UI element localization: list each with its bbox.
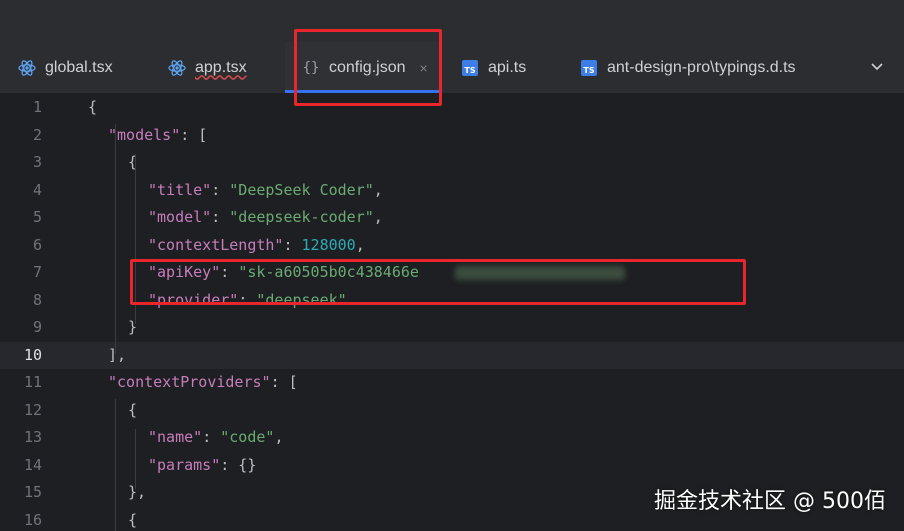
editor-tab-bar: global.tsx app.tsx {} config.json × TS a… <box>0 42 904 94</box>
code-text: "contextLength": 128000, <box>148 232 365 260</box>
code-token: , <box>373 180 383 199</box>
highlight-box-api-key <box>130 259 746 305</box>
indent-guide <box>115 399 116 531</box>
code-line[interactable]: 1{ <box>0 94 904 122</box>
line-number: 4 <box>32 180 42 199</box>
react-icon <box>18 59 36 77</box>
typescript-icon: TS <box>580 59 598 77</box>
code-text: "params": {} <box>148 452 256 480</box>
code-token: { <box>128 400 138 419</box>
code-token: , <box>274 428 284 446</box>
code-token: "model" <box>148 208 212 226</box>
code-text: "model": "deepseek-coder", <box>148 204 383 232</box>
code-text: { <box>128 397 137 425</box>
code-token: }, <box>128 483 147 501</box>
tab-label: api.ts <box>488 58 527 76</box>
line-number: 7 <box>32 263 42 281</box>
code-text: { <box>128 507 137 531</box>
code-text: "contextProviders": [ <box>108 369 298 397</box>
line-number: 2 <box>32 125 42 144</box>
tab-label: global.tsx <box>45 58 113 76</box>
code-token: "title" <box>148 180 212 199</box>
code-token: "DeepSeek Coder" <box>229 180 374 199</box>
code-token: : [ <box>180 125 208 144</box>
code-token: , <box>373 208 383 226</box>
indent-guide <box>115 124 116 354</box>
react-icon <box>168 59 186 77</box>
line-number: 3 <box>32 153 42 171</box>
code-line[interactable]: 10], <box>0 341 904 370</box>
code-token: "contextProviders" <box>108 373 271 391</box>
ts-badge: TS <box>581 59 597 76</box>
ts-badge: TS <box>462 59 478 76</box>
chevron-down-icon[interactable] <box>866 58 888 76</box>
code-text: ], <box>108 342 126 370</box>
code-token: "params" <box>148 455 221 474</box>
window-top-strip <box>0 0 904 42</box>
typescript-icon: TS <box>461 59 479 77</box>
line-number: 5 <box>32 208 42 226</box>
code-line[interactable]: 12 { <box>0 397 904 425</box>
code-text: { <box>88 94 97 122</box>
code-line[interactable]: 11 "contextProviders": [ <box>0 369 904 397</box>
code-token: : <box>202 428 221 446</box>
code-token: "deepseek-coder" <box>229 208 374 226</box>
code-token: : <box>211 208 230 226</box>
code-token: "name" <box>148 428 203 446</box>
tab-api-ts[interactable]: TS api.ts <box>461 42 561 93</box>
tab-global-tsx[interactable]: global.tsx <box>18 42 148 93</box>
code-token: : <box>211 180 230 199</box>
tab-typings-d-ts[interactable]: TS ant-design-pro\typings.d.ts <box>580 42 840 93</box>
watermark: 掘金技术社区 @ 500佰 <box>654 489 886 514</box>
tab-label: app.tsx <box>195 58 247 76</box>
indent-guide <box>135 429 136 489</box>
tab-app-tsx[interactable]: app.tsx <box>168 42 268 93</box>
code-token: : {} <box>220 455 257 474</box>
code-text: }, <box>128 479 146 507</box>
code-token: { <box>128 510 138 529</box>
highlight-box-config-tab <box>294 29 442 106</box>
code-text: "title": "DeepSeek Coder", <box>148 177 383 205</box>
line-number: 6 <box>32 235 42 254</box>
code-text: "models": [ <box>108 122 207 150</box>
code-token: ], <box>108 345 127 364</box>
code-token: { <box>88 98 98 116</box>
tab-label: ant-design-pro\typings.d.ts <box>607 58 796 76</box>
code-token: "contextLength" <box>148 235 284 254</box>
code-token: "code" <box>220 428 275 446</box>
line-number: 12 <box>23 400 42 419</box>
line-number: 8 <box>32 290 42 309</box>
line-number: 10 <box>23 345 42 364</box>
code-editor[interactable]: 16{15}, 14 "params": {} 13 "name": "code", 12… <box>0 94 904 531</box>
line-number: 9 <box>32 318 42 336</box>
code-token: , <box>355 235 365 254</box>
code-token: 128000 <box>301 235 356 254</box>
line-number: 1 <box>32 98 42 116</box>
code-text: "name": "code", <box>148 424 283 452</box>
line-number: 11 <box>23 373 42 391</box>
code-line[interactable]: 2 "models": [ <box>0 122 904 150</box>
line-number: 16 <box>23 510 42 529</box>
line-number: 15 <box>23 483 42 501</box>
line-number: 13 <box>23 428 42 446</box>
code-token: : <box>283 235 302 254</box>
code-token: "models" <box>108 125 181 144</box>
line-number: 14 <box>23 455 42 474</box>
code-token: : [ <box>270 373 298 391</box>
